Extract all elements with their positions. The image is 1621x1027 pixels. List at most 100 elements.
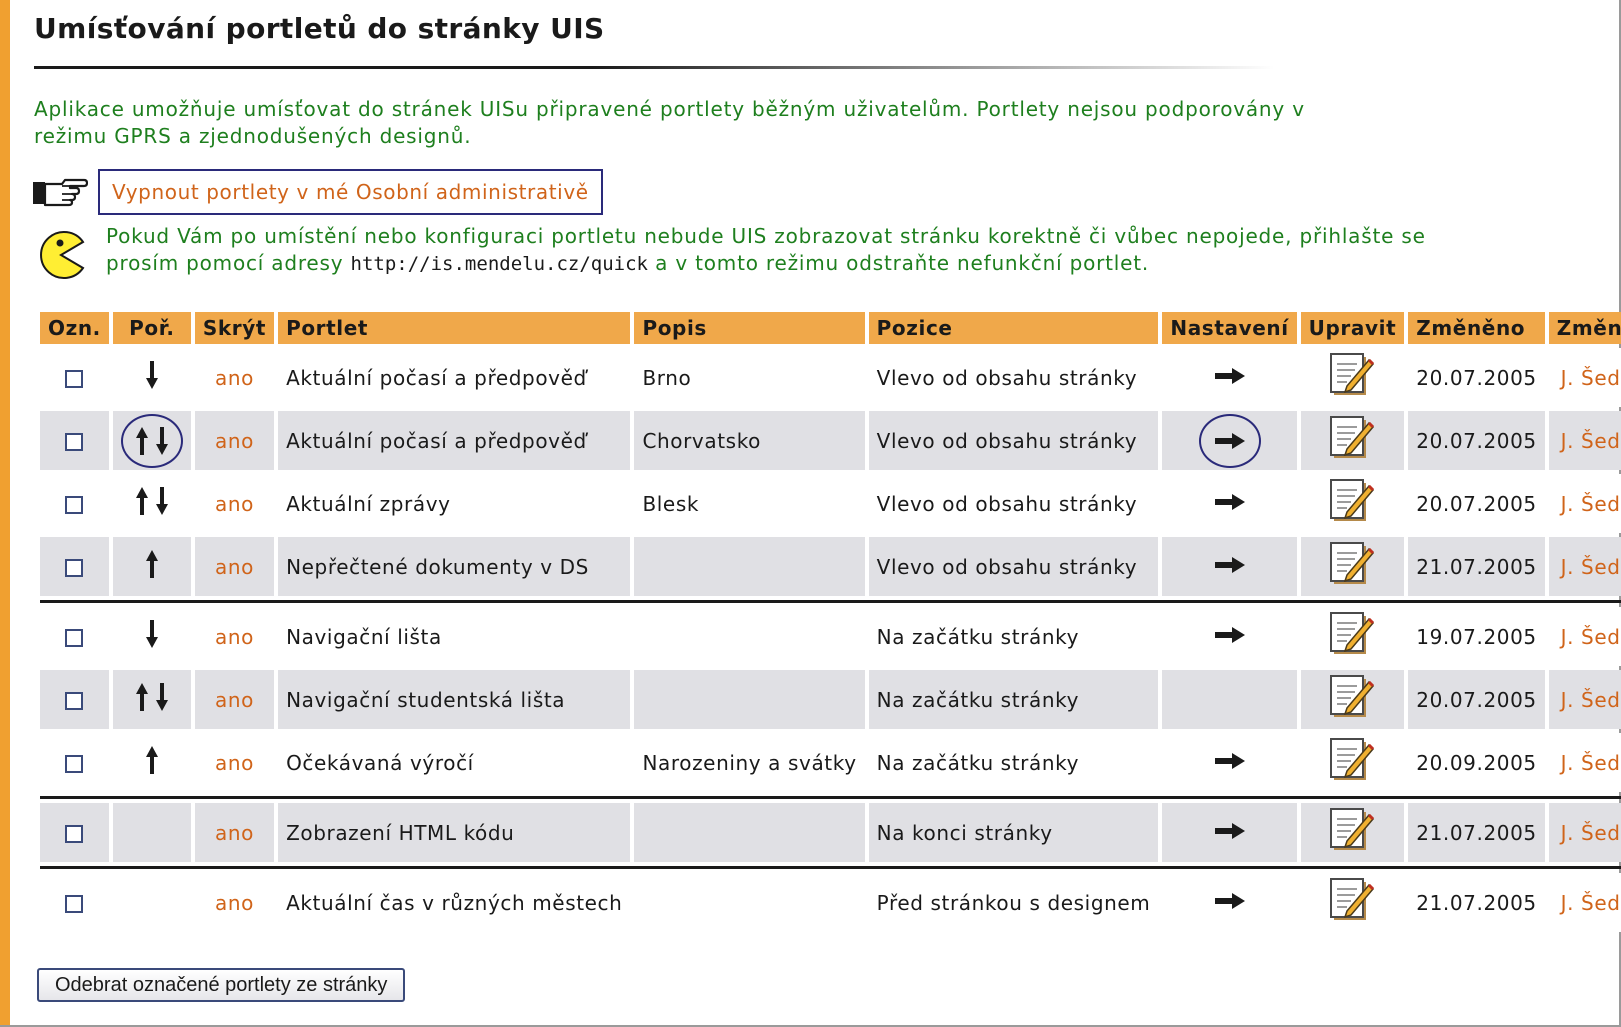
changed-by-cell: J. Šedá [1548, 873, 1621, 932]
changed-date: 21.07.2005 [1408, 873, 1545, 932]
hide-cell: ano [194, 411, 275, 470]
edit-note-icon[interactable] [1329, 674, 1375, 720]
edit-note-icon[interactable] [1329, 478, 1375, 524]
table-row: ano Aktuální počasí a předpověď Brno Vlevo … [40, 348, 1621, 407]
row-checkbox[interactable] [65, 755, 84, 773]
intro-text: Aplikace umožňuje umísťovat do stránek U… [34, 97, 1305, 148]
move-down-icon[interactable] [145, 360, 159, 390]
changed-by-cell: J. Šedá [1548, 803, 1621, 862]
hide-link[interactable]: ano [215, 366, 254, 390]
hide-link[interactable]: ano [215, 821, 254, 845]
header-order: Poř. [112, 312, 191, 344]
changed-by-link[interactable]: J. Šedá [1561, 751, 1621, 775]
edit-note-icon[interactable] [1329, 807, 1375, 853]
order-cell [112, 670, 191, 729]
move-down-icon[interactable] [155, 426, 169, 456]
header-description: Popis [634, 312, 865, 344]
edit-note-icon[interactable] [1329, 611, 1375, 657]
move-up-icon[interactable] [145, 549, 159, 579]
settings-cell [1162, 873, 1297, 932]
hide-link[interactable]: ano [215, 751, 254, 775]
arrow-right-icon[interactable] [1214, 626, 1246, 644]
portlet-name: Nepřečtené dokumenty v DS [278, 537, 631, 596]
arrow-right-icon[interactable] [1214, 822, 1246, 840]
portlet-position: Vlevo od obsahu stránky [868, 474, 1159, 533]
group-separator [40, 866, 1621, 869]
row-checkbox[interactable] [65, 692, 84, 710]
row-checkbox[interactable] [65, 496, 84, 514]
move-up-icon[interactable] [135, 426, 149, 456]
hide-link[interactable]: ano [215, 492, 254, 516]
move-up-icon[interactable] [145, 745, 159, 775]
row-checkbox[interactable] [65, 825, 84, 843]
table-header-row: Ozn. Poř. Skrýt Portlet Popis Pozice Nas… [40, 312, 1621, 344]
header-mark: Ozn. [40, 312, 109, 344]
changed-by-link[interactable]: J. Šedá [1561, 821, 1621, 845]
portlet-position: Na začátku stránky [868, 607, 1159, 666]
changed-by-link[interactable]: J. Šedá [1561, 492, 1621, 516]
hide-cell: ano [194, 873, 275, 932]
hide-cell: ano [194, 607, 275, 666]
changed-by-link[interactable]: J. Šedá [1561, 366, 1621, 390]
notice-text-end: a v tomto režimu odstraňte nefunkční por… [647, 251, 1150, 275]
remove-selected-button[interactable]: Odebrat označené portlety ze stránky [37, 968, 406, 1002]
changed-by-link[interactable]: J. Šedá [1561, 429, 1621, 453]
group-separator [40, 600, 1621, 603]
row-checkbox[interactable] [65, 559, 84, 577]
edit-note-icon[interactable] [1329, 541, 1375, 587]
header-changed-by: Změnil [1548, 312, 1621, 344]
changed-date: 20.09.2005 [1408, 733, 1545, 792]
arrow-right-icon[interactable] [1214, 752, 1246, 770]
mark-cell [40, 670, 109, 729]
table-row: ano Aktuální zprávy Blesk Vlevo od obsahu s… [40, 474, 1621, 533]
portlet-description [634, 803, 865, 862]
changed-by-link[interactable]: J. Šedá [1561, 891, 1621, 915]
hide-link[interactable]: ano [215, 429, 254, 453]
portlet-description: Blesk [634, 474, 865, 533]
portlet-name: Aktuální zprávy [278, 474, 631, 533]
row-checkbox[interactable] [65, 433, 84, 451]
hide-link[interactable]: ano [215, 891, 254, 915]
mark-cell [40, 803, 109, 862]
changed-by-link[interactable]: J. Šedá [1561, 688, 1621, 712]
hide-cell: ano [194, 670, 275, 729]
row-checkbox[interactable] [65, 370, 84, 388]
arrow-right-icon[interactable] [1214, 367, 1246, 385]
changed-date: 21.07.2005 [1408, 803, 1545, 862]
hide-link[interactable]: ano [215, 555, 254, 579]
move-up-icon[interactable] [135, 682, 149, 712]
move-down-icon[interactable] [155, 682, 169, 712]
portlet-position: Vlevo od obsahu stránky [868, 537, 1159, 596]
edit-note-icon[interactable] [1329, 415, 1375, 461]
table-body: ano Aktuální počasí a předpověď Brno Vlevo … [40, 348, 1621, 932]
portlet-description [634, 873, 865, 932]
hide-link[interactable]: ano [215, 625, 254, 649]
changed-by-link[interactable]: J. Šedá [1561, 555, 1621, 579]
edit-cell [1300, 537, 1405, 596]
hide-cell: ano [194, 537, 275, 596]
row-checkbox[interactable] [65, 895, 84, 913]
arrow-right-icon[interactable] [1214, 892, 1246, 910]
changed-by-cell: J. Šedá [1548, 348, 1621, 407]
order-cell [112, 873, 191, 932]
settings-cell [1162, 474, 1297, 533]
edit-note-icon[interactable] [1329, 877, 1375, 923]
portlet-description: Brno [634, 348, 865, 407]
edit-note-icon[interactable] [1329, 737, 1375, 783]
arrow-right-icon[interactable] [1214, 493, 1246, 511]
move-down-icon[interactable] [155, 486, 169, 516]
order-cell [112, 348, 191, 407]
row-checkbox[interactable] [65, 629, 84, 647]
portlets-table: Ozn. Poř. Skrýt Portlet Popis Pozice Nas… [36, 308, 1621, 936]
move-down-icon[interactable] [145, 619, 159, 649]
arrow-right-icon[interactable] [1214, 556, 1246, 574]
changed-by-link[interactable]: J. Šedá [1561, 625, 1621, 649]
arrow-right-icon[interactable] [1214, 432, 1246, 450]
edit-note-icon[interactable] [1329, 352, 1375, 398]
move-up-icon[interactable] [135, 486, 149, 516]
disable-portlets-link[interactable]: Vypnout portlety v mé Osobní administrat… [98, 169, 603, 215]
table-row: ano Aktuální počasí a předpověď Chorvatsko… [40, 411, 1621, 470]
hide-link[interactable]: ano [215, 688, 254, 712]
settings-cell [1162, 537, 1297, 596]
mark-cell [40, 348, 109, 407]
